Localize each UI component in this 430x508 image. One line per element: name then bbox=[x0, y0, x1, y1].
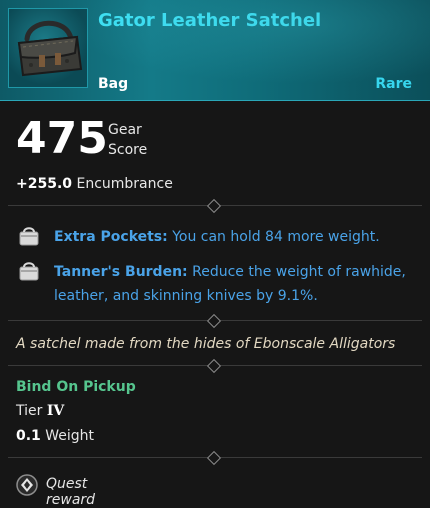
section-divider bbox=[0, 450, 430, 466]
gear-score: 475 Gear Score bbox=[16, 113, 147, 164]
gear-score-label-line1: Gear bbox=[108, 122, 142, 138]
section-divider bbox=[0, 358, 430, 374]
section-divider bbox=[0, 198, 430, 214]
leather-satchel-icon bbox=[17, 20, 83, 77]
perk-description: You can hold 84 more weight. bbox=[172, 229, 380, 245]
bag-perk-icon bbox=[19, 262, 39, 281]
quest-reward-diamond-icon bbox=[16, 474, 38, 496]
gear-score-label-line2: Score bbox=[108, 142, 148, 158]
item-type: Bag bbox=[98, 76, 129, 92]
item-name: Gator Leather Satchel bbox=[98, 10, 322, 31]
flavor-text: A satchel made from the hides of Ebonsca… bbox=[16, 336, 396, 352]
section-divider bbox=[0, 313, 430, 329]
tier-label: Tier bbox=[16, 403, 43, 419]
source-label: Quest reward bbox=[46, 476, 96, 508]
bag-perk-icon bbox=[19, 227, 39, 246]
item-rarity: Rare bbox=[375, 76, 412, 92]
perk-name: Tanner's Burden: bbox=[54, 264, 188, 280]
item-tooltip: Gator Leather Satchel Bag Rare 475 Gear … bbox=[0, 0, 430, 508]
encumbrance-label: Encumbrance bbox=[76, 176, 173, 192]
perk-name: Extra Pockets: bbox=[54, 229, 168, 245]
item-tier: Tier IV bbox=[16, 403, 64, 419]
tier-value: IV bbox=[46, 403, 65, 419]
weight-value: 0.1 bbox=[16, 428, 41, 444]
gear-score-value: 475 bbox=[16, 113, 108, 164]
perk-text: Extra Pockets: You can hold 84 more weig… bbox=[54, 225, 416, 249]
encumbrance-value: +255.0 bbox=[16, 176, 73, 192]
perk-tanners-burden: Tanner's Burden: Reduce the weight of ra… bbox=[16, 258, 416, 310]
weight-label: Weight bbox=[45, 428, 95, 444]
perk-extra-pockets: Extra Pockets: You can hold 84 more weig… bbox=[16, 223, 416, 251]
item-icon-frame bbox=[8, 8, 88, 88]
item-weight: 0.1 Weight bbox=[16, 428, 94, 444]
gear-score-label: Gear Score bbox=[108, 120, 147, 160]
encumbrance: +255.0 Encumbrance bbox=[16, 176, 173, 192]
bind-status: Bind On Pickup bbox=[16, 379, 136, 395]
perk-text: Tanner's Burden: Reduce the weight of ra… bbox=[54, 260, 416, 308]
tooltip-header: Gator Leather Satchel Bag Rare bbox=[0, 0, 430, 101]
